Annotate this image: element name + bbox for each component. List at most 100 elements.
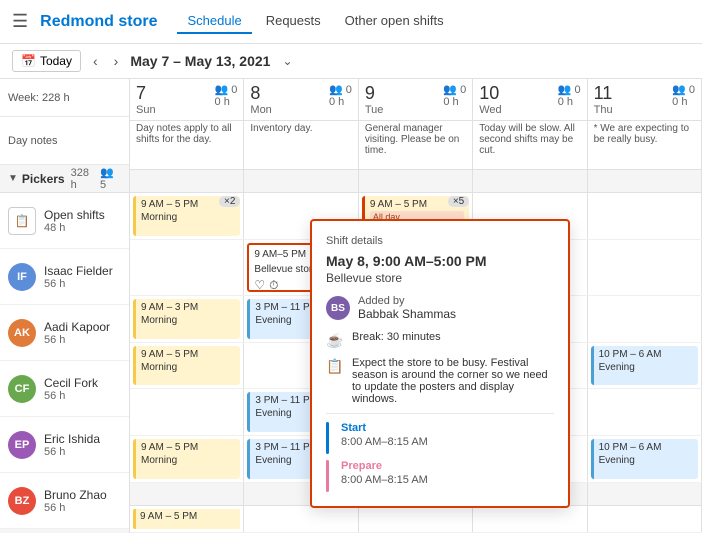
person-row-bruno: BZ Bruno Zhao 56 h (0, 473, 129, 529)
runners-partial-3[interactable] (473, 506, 587, 532)
bruno-cell-0[interactable]: 9 AM – 5 PM Morning (130, 436, 244, 482)
runners-group-header[interactable]: ▼ Runners 106 h (0, 529, 129, 533)
top-nav: ☰ Redmond store Schedule Requests Other … (0, 0, 702, 44)
day-header-8: 8 Mon 👥 0 0 h (244, 79, 358, 120)
week-total: Week: 228 h (0, 79, 129, 117)
bruno-shift-chip-4[interactable]: 10 PM – 6 AM Evening (591, 439, 698, 479)
nav-requests[interactable]: Requests (256, 9, 331, 34)
note-2: General manager visiting. Please be on t… (359, 121, 473, 169)
date-range-chevron[interactable]: ⌄ (282, 54, 292, 68)
avatar-eric: EP (8, 431, 36, 459)
break-icon: ☕ (326, 332, 344, 349)
open-shifts-label: Open shifts (44, 208, 121, 222)
bruno-cell-4[interactable]: 10 PM – 6 AM Evening (588, 436, 702, 482)
note-1: Inventory day. (244, 121, 358, 169)
popup-title: Shift details (326, 235, 554, 247)
start-bar (326, 422, 329, 454)
pickers-grid-header (130, 170, 702, 193)
aadi-cell-4[interactable] (588, 296, 702, 342)
note-icon: 📋 (326, 358, 344, 375)
person-name-eric: Eric Ishida (44, 432, 121, 446)
note-4: * We are expecting to be really busy. (588, 121, 702, 169)
person-name-isaac: Isaac Fielder (44, 264, 121, 278)
cecil-cell-4[interactable]: 10 PM – 6 AM Evening (588, 343, 702, 389)
cecil-shift-chip-0[interactable]: 9 AM – 5 PM Morning (133, 346, 240, 386)
popup-added-avatar: BS (326, 296, 350, 320)
popup-section-start: Start 8:00 AM–8:15 AM (326, 422, 554, 454)
isaac-cell-4[interactable] (588, 240, 702, 295)
prepare-bar (326, 460, 329, 492)
person-hours-cecil: 56 h (44, 390, 121, 402)
bruno-shift-chip-0[interactable]: 9 AM – 5 PM Morning (133, 439, 240, 479)
calendar-icon: 📅 (21, 54, 36, 68)
person-hours-isaac: 56 h (44, 278, 121, 290)
main-grid: Week: 228 h Day notes ▼ Pickers 328 h 👥 … (0, 79, 702, 533)
person-name-cecil: Cecil Fork (44, 376, 121, 390)
day-header-9: 9 Tue 👥 0 0 h (359, 79, 473, 120)
runners-partial-2[interactable] (359, 506, 473, 532)
day-notes-row: Day notes apply to all shifts for the da… (130, 121, 702, 170)
pickers-chevron[interactable]: ▼ (8, 173, 18, 184)
avatar-isaac: IF (8, 263, 36, 291)
avatar-bruno: BZ (8, 487, 36, 515)
aadi-cell-0[interactable]: 9 AM – 3 PM Morning (130, 296, 244, 342)
open-shift-badge-2: ×5 (448, 196, 469, 207)
note-0: Day notes apply to all shifts for the da… (130, 121, 244, 169)
runners-partial-0[interactable]: 9 AM – 5 PM (130, 506, 244, 532)
today-label: Today (40, 54, 72, 68)
today-button[interactable]: 📅 Today (12, 50, 81, 72)
pickers-hours: 328 h (71, 167, 96, 191)
person-hours-aadi: 56 h (44, 334, 121, 346)
popup-added-label: Added by (358, 295, 456, 307)
open-shifts-info: Open shifts 48 h (44, 208, 121, 234)
pickers-group-header[interactable]: ▼ Pickers 328 h 👥 5 (0, 165, 129, 193)
pickers-label: Pickers (22, 172, 65, 186)
person-row-eric: EP Eric Ishida 56 h (0, 417, 129, 473)
prev-arrow[interactable]: ‹ (89, 51, 102, 71)
popup-date: May 8, 9:00 AM–5:00 PM (326, 253, 554, 269)
popup-note: 📋 Expect the store to be busy. Festival … (326, 357, 554, 405)
open-shift-cell-4[interactable] (588, 193, 702, 239)
person-hours-eric: 56 h (44, 446, 121, 458)
popup-section-prepare: Prepare 8:00 AM–8:15 AM (326, 460, 554, 492)
aadi-shift-chip-0[interactable]: 9 AM – 3 PM Morning (133, 299, 240, 339)
pickers-count: 👥 5 (100, 166, 121, 191)
shift-popup: Shift details May 8, 9:00 AM–5:00 PM Bel… (310, 219, 570, 508)
eric-cell-4[interactable] (588, 389, 702, 435)
nav-links: Schedule Requests Other open shifts (177, 9, 453, 34)
person-row-isaac: IF Isaac Fielder 56 h (0, 249, 129, 305)
start-label: Start (341, 422, 428, 434)
avatar-aadi: AK (8, 319, 36, 347)
runners-chip-0[interactable]: 9 AM – 5 PM (133, 509, 240, 529)
week-hours: Week: 228 h (8, 92, 70, 104)
day-notes-label: Day notes (0, 117, 129, 165)
sidebar: Week: 228 h Day notes ▼ Pickers 328 h 👥 … (0, 79, 130, 533)
eric-cell-0[interactable] (130, 389, 244, 435)
popup-location: Bellevue store (326, 271, 554, 285)
cecil-cell-0[interactable]: 9 AM – 5 PM Morning (130, 343, 244, 389)
runners-partial-1[interactable] (244, 506, 358, 532)
popup-break-text: Break: 30 minutes (352, 331, 554, 343)
nav-other-open-shifts[interactable]: Other open shifts (335, 9, 454, 34)
open-shifts-row: 📋 Open shifts 48 h (0, 193, 129, 249)
sub-nav: 📅 Today ‹ › May 7 – May 13, 2021 ⌄ (0, 44, 702, 79)
cecil-shift-chip-4[interactable]: 10 PM – 6 AM Evening (591, 346, 698, 386)
nav-schedule[interactable]: Schedule (177, 9, 251, 34)
person-hours-bruno: 56 h (44, 502, 121, 514)
person-name-aadi: Aadi Kapoor (44, 320, 121, 334)
date-range: May 7 – May 13, 2021 (130, 53, 270, 69)
day-header-7: 7 Sun 👥 0 0 h (130, 79, 244, 120)
avatar-cecil: CF (8, 375, 36, 403)
popup-note-text: Expect the store to be busy. Festival se… (352, 357, 554, 405)
person-row-cecil: CF Cecil Fork 56 h (0, 361, 129, 417)
next-arrow[interactable]: › (110, 51, 123, 71)
start-time: 8:00 AM–8:15 AM (341, 436, 428, 448)
runners-partial-4[interactable] (588, 506, 702, 532)
person-row-aadi: AK Aadi Kapoor 56 h (0, 305, 129, 361)
open-shifts-icon: 📋 (8, 207, 36, 235)
isaac-cell-0[interactable] (130, 240, 244, 295)
popup-break: ☕ Break: 30 minutes (326, 331, 554, 349)
open-shift-cell-0[interactable]: 9 AM – 5 PM Morning ×2 (130, 193, 244, 239)
hamburger-icon[interactable]: ☰ (12, 11, 28, 32)
open-shift-badge-0: ×2 (219, 196, 240, 207)
